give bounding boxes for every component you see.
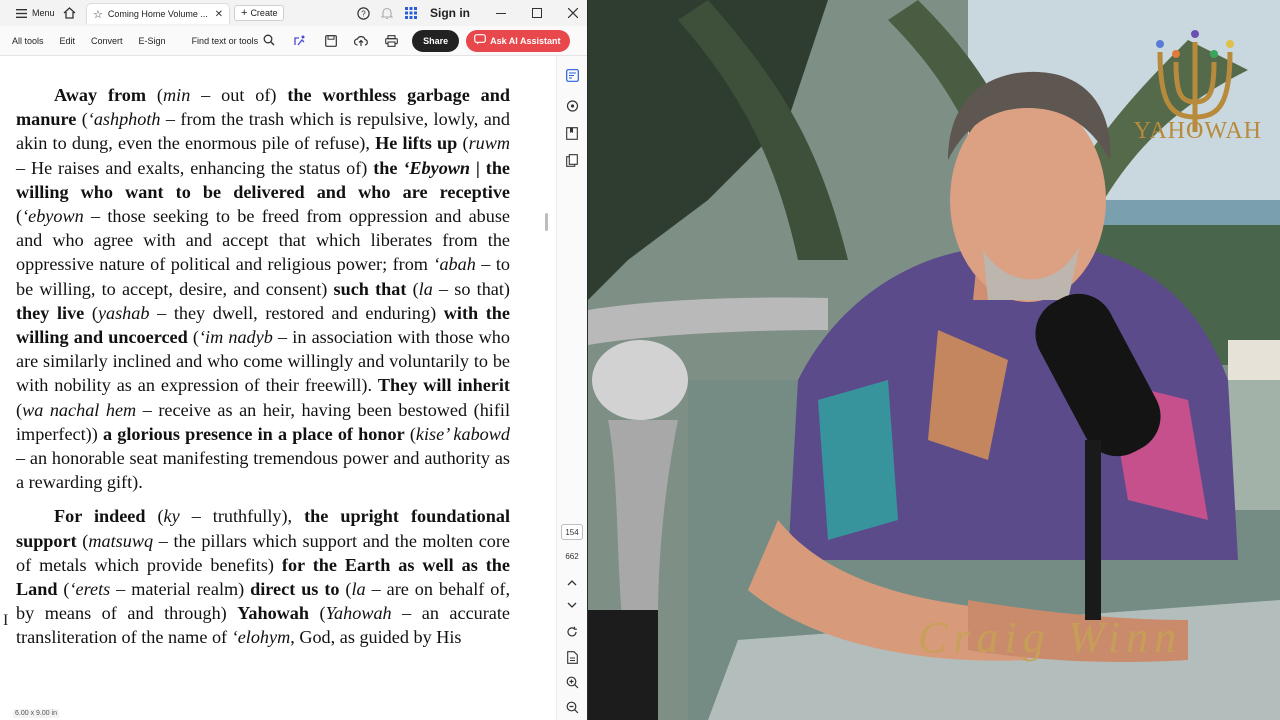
ai-assistant-label: Ask AI Assistant — [490, 35, 561, 46]
menu-label: Menu — [32, 8, 55, 18]
create-label: Create — [250, 8, 278, 18]
right-tool-rail: 154 662 — [556, 56, 587, 720]
convert-button[interactable]: Convert — [75, 36, 123, 46]
tab-title: Coming Home Volume ... — [107, 9, 208, 19]
plus-icon: + — [241, 7, 248, 19]
signature-watermark: Craig Winn — [918, 613, 1183, 662]
current-page-input[interactable]: 154 — [561, 524, 583, 540]
title-bar: Menu ☆ Coming Home Volume ... ✕ + Create… — [0, 0, 587, 26]
logo-wordmark: YAHOWAH — [1133, 118, 1262, 144]
ai-summary-icon[interactable] — [565, 68, 579, 82]
esign-button[interactable]: E-Sign — [123, 36, 166, 46]
create-button[interactable]: + Create — [234, 5, 285, 21]
pdf-body-text: Away from (min – out of) the worthless g… — [16, 83, 510, 660]
find-text-button[interactable]: Find text or tools — [192, 34, 276, 48]
save-icon[interactable] — [323, 33, 339, 49]
total-pages: 662 — [565, 552, 579, 561]
minimize-icon[interactable] — [494, 6, 508, 20]
paragraph-2: For indeed (ky – truthfully), the uprigh… — [16, 506, 510, 648]
zoom-in-icon[interactable] — [565, 675, 579, 689]
titlebar-right: ? Sign in — [356, 0, 580, 26]
close-window-icon[interactable] — [566, 6, 580, 20]
share-button[interactable]: Share — [412, 29, 460, 52]
edit-button[interactable]: Edit — [44, 36, 76, 46]
chevron-up-icon[interactable] — [565, 575, 579, 589]
vertical-scrollbar[interactable] — [545, 213, 548, 231]
pdf-page[interactable]: Away from (min – out of) the worthless g… — [0, 56, 541, 720]
document-tab[interactable]: ☆ Coming Home Volume ... ✕ — [86, 3, 230, 24]
paragraph-1: Away from (min – out of) the worthless g… — [16, 85, 511, 493]
pdf-viewer-window: Menu ☆ Coming Home Volume ... ✕ + Create… — [0, 0, 588, 720]
ai-assistant-button[interactable]: Ask AI Assistant — [466, 29, 571, 52]
hamburger-icon — [14, 6, 28, 20]
svg-text:?: ? — [361, 9, 366, 18]
close-tab-icon[interactable]: ✕ — [215, 9, 223, 20]
bell-icon[interactable] — [380, 6, 394, 20]
tools-toolbar: All tools Edit Convert E-Sign Find text … — [0, 26, 587, 56]
maximize-icon[interactable] — [530, 6, 544, 20]
help-icon[interactable]: ? — [356, 6, 370, 20]
sign-in-button[interactable]: Sign in — [430, 6, 470, 20]
text-cursor-icon: I — [3, 612, 9, 629]
find-label: Find text or tools — [191, 35, 259, 46]
page-size-indicator: 6.00 x 9.00 in — [13, 709, 60, 718]
all-tools-button[interactable]: All tools — [0, 36, 44, 46]
print-icon[interactable] — [383, 33, 399, 49]
presenter-video: YAHOWAH Craig Winn — [588, 0, 1280, 720]
ai-assistant-icon — [474, 34, 487, 47]
home-icon[interactable] — [62, 6, 76, 20]
search-icon — [263, 34, 275, 48]
bookmark-icon[interactable] — [565, 126, 579, 140]
save-page-icon[interactable] — [565, 650, 579, 664]
chevron-down-icon[interactable] — [565, 598, 579, 612]
ai-tools-icon[interactable] — [291, 33, 307, 49]
apps-grid-icon[interactable] — [404, 6, 418, 20]
comment-icon[interactable] — [565, 99, 579, 113]
refresh-icon[interactable] — [565, 625, 579, 639]
zoom-out-icon[interactable] — [565, 700, 579, 714]
upload-cloud-icon[interactable] — [353, 33, 369, 49]
pages-icon[interactable] — [565, 153, 579, 167]
menu-button[interactable]: Menu — [0, 0, 63, 26]
star-icon[interactable]: ☆ — [93, 8, 103, 21]
